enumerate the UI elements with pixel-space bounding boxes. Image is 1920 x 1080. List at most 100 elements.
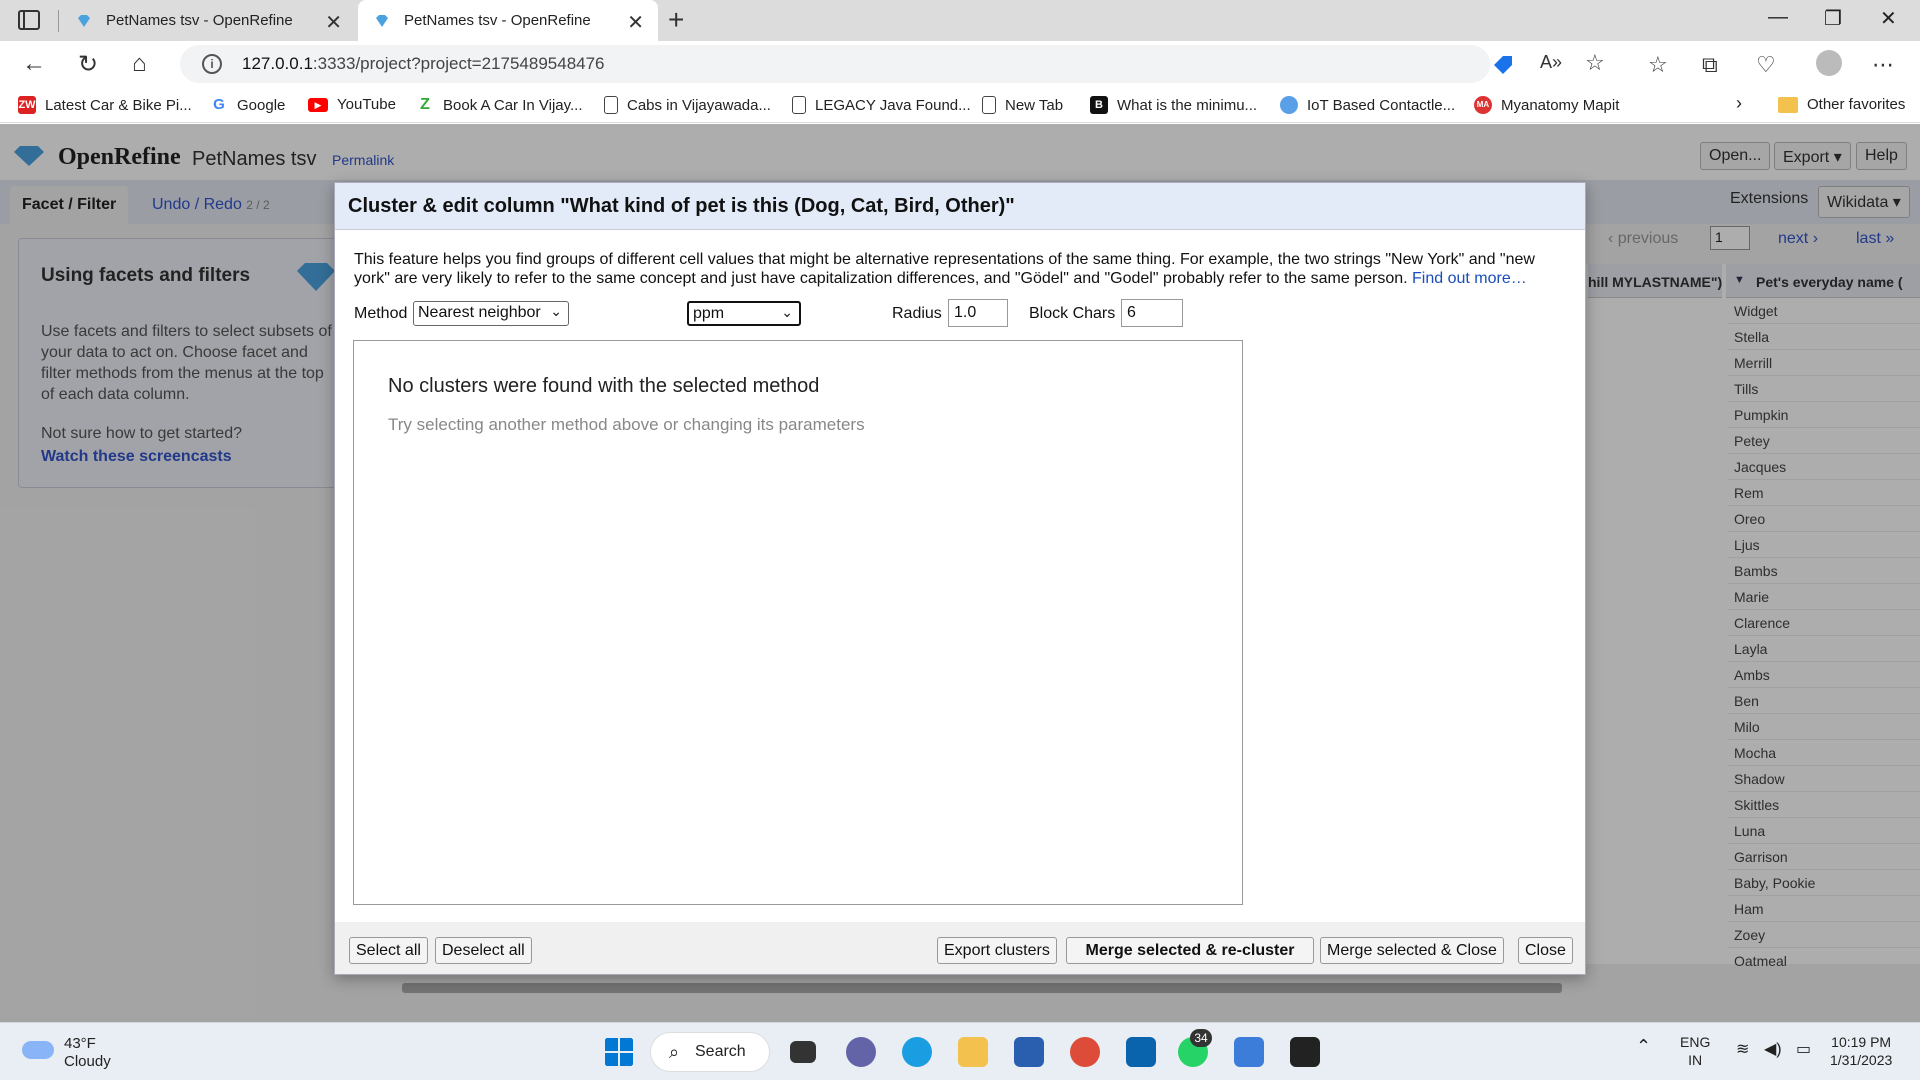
windows-taskbar: 43°F Cloudy ⌕ Search 34 ⌃ ENG IN ≋ ◀) ▭ 10:… xyxy=(0,1022,1920,1080)
refresh-icon[interactable]: ↻ xyxy=(78,50,98,79)
bookmarks-overflow-icon[interactable]: › xyxy=(1736,93,1742,114)
collections-icon[interactable]: ⧉ xyxy=(1702,52,1718,78)
bookmark-item[interactable]: B What is the minimu... xyxy=(1090,96,1257,114)
zw-icon: ZW xyxy=(18,96,36,114)
no-clusters-hint: Try selecting another method above or ch… xyxy=(388,415,865,434)
bookmark-item[interactable]: LEGACY Java Found... xyxy=(792,96,971,114)
notepad-icon[interactable] xyxy=(1234,1037,1264,1067)
block-chars-input[interactable]: 6 xyxy=(1121,299,1183,327)
cloud-icon xyxy=(22,1041,54,1059)
add-favorite-icon[interactable]: ☆ xyxy=(1585,50,1605,76)
close-button[interactable]: Close xyxy=(1518,937,1573,964)
file-explorer-icon[interactable] xyxy=(958,1037,988,1067)
language-indicator[interactable]: ENG IN xyxy=(1680,1033,1710,1069)
google-icon: G xyxy=(210,96,228,114)
page-icon xyxy=(604,96,618,114)
deselect-all-button[interactable]: Deselect all xyxy=(435,937,532,964)
tab-title: PetNames tsv - OpenRefine xyxy=(404,12,591,29)
edge-browser-icon[interactable] xyxy=(902,1037,932,1067)
url-text[interactable]: 127.0.0.1:3333/project?project=217548954… xyxy=(242,54,605,74)
minimize-icon[interactable]: — xyxy=(1768,6,1788,29)
temperature: 43°F xyxy=(64,1035,96,1052)
bookmarks-bar: ZW Latest Car & Bike Pi... G Google ▶ YouTu… xyxy=(0,88,1920,123)
select-all-button[interactable]: Select all xyxy=(349,937,428,964)
dialog-title: Cluster & edit column "What kind of pet … xyxy=(335,183,1585,230)
export-clusters-button[interactable]: Export clusters xyxy=(937,937,1057,964)
show-hidden-icons-icon[interactable]: ⌃ xyxy=(1636,1037,1651,1055)
dialog-description: This feature helps you find groups of di… xyxy=(354,251,1535,287)
mail-icon[interactable] xyxy=(1126,1037,1156,1067)
ma-icon: MA xyxy=(1474,96,1492,114)
folder-icon xyxy=(1778,96,1798,113)
method-label: Method xyxy=(354,305,408,322)
openrefine-favicon-icon xyxy=(78,14,90,27)
close-tab-icon[interactable]: ✕ xyxy=(627,10,644,35)
windows-start-icon[interactable] xyxy=(604,1037,634,1067)
address-toolbar: ← ↻ ⌂ i 127.0.0.1:3333/project?project=2… xyxy=(0,41,1920,88)
terminal-icon[interactable] xyxy=(1290,1037,1320,1067)
volume-icon[interactable]: ◀) xyxy=(1764,1041,1782,1059)
tab-actions-icon[interactable] xyxy=(18,10,40,30)
page-icon xyxy=(792,96,806,114)
address-bar[interactable]: i 127.0.0.1:3333/project?project=2175489… xyxy=(180,45,1605,83)
wifi-icon[interactable]: ≋ xyxy=(1736,1041,1749,1059)
site-info-icon[interactable]: i xyxy=(202,54,222,74)
browser-tabstrip: PetNames tsv - OpenRefine ✕ PetNames tsv… xyxy=(0,0,1920,41)
page-icon xyxy=(982,96,996,114)
weather-condition: Cloudy xyxy=(64,1053,111,1070)
profile-avatar-icon[interactable] xyxy=(1816,50,1842,76)
bookmark-item[interactable]: Cabs in Vijayawada... xyxy=(604,96,771,114)
globe-icon xyxy=(1280,96,1298,114)
other-favorites[interactable]: Other favorites xyxy=(1778,96,1905,113)
microsoft-store-icon[interactable] xyxy=(1014,1037,1044,1067)
browser-tab-1[interactable]: PetNames tsv - OpenRefine ✕ xyxy=(60,0,356,41)
merge-recluster-button[interactable]: Merge selected & re-cluster xyxy=(1066,937,1314,964)
back-icon[interactable]: ← xyxy=(22,50,46,78)
cluster-results-panel: No clusters were found with the selected… xyxy=(353,340,1243,905)
bookmark-item[interactable]: Z Book A Car In Vijay... xyxy=(416,96,583,114)
chevron-down-icon: ⌄ xyxy=(550,303,562,319)
bookmark-item[interactable]: IoT Based Contactle... xyxy=(1280,96,1455,114)
home-icon[interactable]: ⌂ xyxy=(132,50,147,78)
read-aloud-icon[interactable]: A» xyxy=(1540,52,1562,73)
tab-title: PetNames tsv - OpenRefine xyxy=(106,12,293,29)
task-view-icon[interactable] xyxy=(790,1041,816,1063)
function-select[interactable]: ppm ⌄ xyxy=(687,301,801,326)
tab-separator xyxy=(58,10,59,32)
dialog-footer: Select all Deselect all Export clusters … xyxy=(335,922,1585,974)
radius-label: Radius xyxy=(892,305,942,322)
bookmark-item[interactable]: ZW Latest Car & Bike Pi... xyxy=(18,96,192,114)
b-icon: B xyxy=(1090,96,1108,114)
openrefine-favicon-icon xyxy=(376,14,388,27)
more-options-icon[interactable]: ⋯ xyxy=(1872,52,1894,78)
bookmark-item[interactable]: New Tab xyxy=(982,96,1063,114)
browser-essentials-icon[interactable]: ♡ xyxy=(1756,52,1776,78)
search-icon: ⌕ xyxy=(669,1042,680,1062)
close-window-icon[interactable]: ✕ xyxy=(1880,6,1897,31)
bookmark-item[interactable]: G Google xyxy=(210,96,285,114)
merge-close-button[interactable]: Merge selected & Close xyxy=(1320,937,1504,964)
bookmark-item[interactable]: ▶ YouTube xyxy=(308,96,396,113)
notification-badge: 34 xyxy=(1190,1029,1212,1047)
block-chars-label: Block Chars xyxy=(1029,305,1116,322)
clock[interactable]: 10:19 PM 1/31/2023 xyxy=(1830,1033,1892,1069)
close-tab-icon[interactable]: ✕ xyxy=(325,10,342,35)
zoomcar-icon: Z xyxy=(416,96,434,114)
chevron-down-icon: ⌄ xyxy=(781,304,793,320)
battery-icon[interactable]: ▭ xyxy=(1796,1041,1811,1059)
cluster-dialog: Cluster & edit column "What kind of pet … xyxy=(334,182,1586,975)
restore-icon[interactable]: ❐ xyxy=(1824,6,1842,31)
extension-tag-icon[interactable] xyxy=(1492,54,1514,76)
teams-chat-icon[interactable] xyxy=(846,1037,876,1067)
new-tab-icon[interactable]: + xyxy=(668,4,684,36)
bookmark-item[interactable]: MA Myanatomy Mapit xyxy=(1474,96,1619,114)
method-select[interactable]: Nearest neighbor ⌄ xyxy=(413,301,569,326)
taskbar-search[interactable]: ⌕ Search xyxy=(650,1032,770,1072)
chrome-icon[interactable] xyxy=(1070,1037,1100,1067)
find-out-more-link[interactable]: Find out more… xyxy=(1412,270,1527,287)
browser-tab-2[interactable]: PetNames tsv - OpenRefine ✕ xyxy=(358,0,658,41)
radius-input[interactable]: 1.0 xyxy=(948,299,1008,327)
no-clusters-message: No clusters were found with the selected… xyxy=(388,375,820,397)
favorites-icon[interactable]: ☆ xyxy=(1648,52,1668,78)
youtube-icon: ▶ xyxy=(308,97,328,112)
